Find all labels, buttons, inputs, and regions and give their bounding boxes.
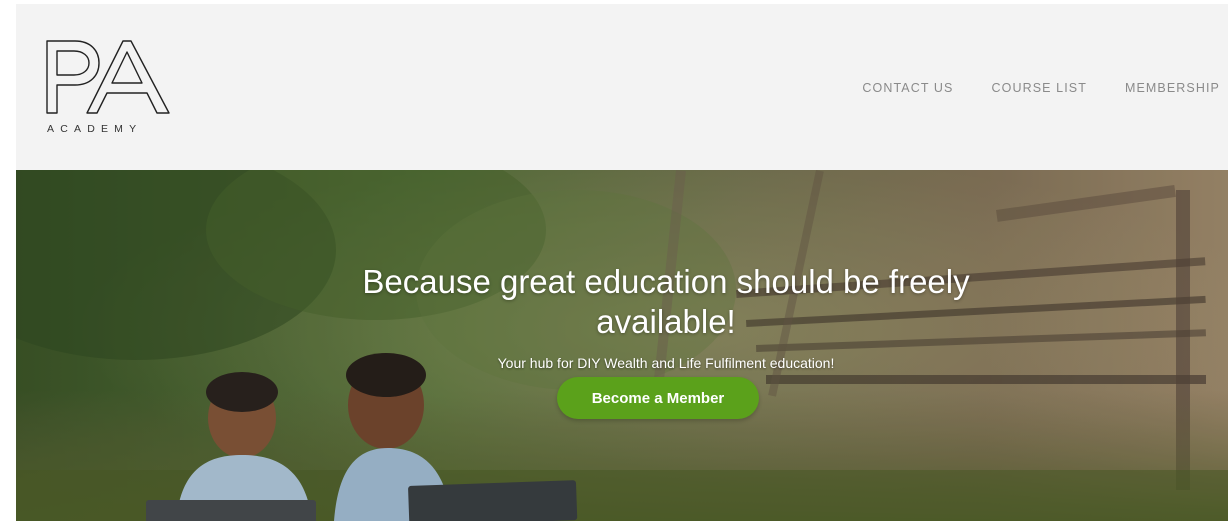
nav-membership[interactable]: MEMBERSHIP <box>1125 81 1220 95</box>
logo-mark-icon: ACADEMY <box>46 40 170 135</box>
main-nav: CONTACT US COURSE LIST MEMBERSHIP <box>862 81 1220 95</box>
site-header: ACADEMY CONTACT US COURSE LIST MEMBERSHI… <box>16 4 1228 170</box>
pa-academy-logo[interactable]: ACADEMY <box>45 39 175 139</box>
logo-wordmark: ACADEMY <box>47 123 142 135</box>
hero-headline: Because great education should be freely… <box>362 263 970 341</box>
page: ACADEMY CONTACT US COURSE LIST MEMBERSHI… <box>0 0 1228 521</box>
hero-content: Because great education should be freely… <box>16 170 1228 521</box>
become-member-button[interactable]: Become a Member <box>557 377 759 419</box>
nav-contact-us[interactable]: CONTACT US <box>862 81 953 95</box>
nav-course-list[interactable]: COURSE LIST <box>992 81 1087 95</box>
hero-banner: Because great education should be freely… <box>16 170 1228 521</box>
hero-subline: Your hub for DIY Wealth and Life Fulfilm… <box>497 355 835 371</box>
